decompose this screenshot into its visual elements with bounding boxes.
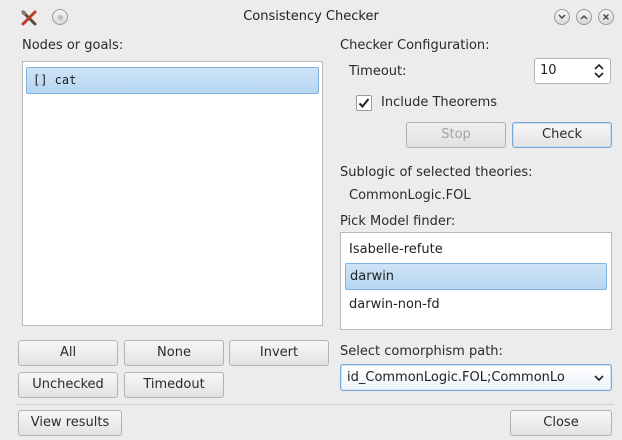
maximize-icon[interactable] [576,9,592,25]
spin-arrows-icon[interactable] [593,62,605,83]
none-button[interactable]: None [124,340,224,366]
unchecked-button[interactable]: Unchecked [18,372,118,398]
timedout-button[interactable]: Timedout [124,372,224,398]
invert-button[interactable]: Invert [229,340,329,366]
checker-config-label: Checker Configuration: [340,38,490,53]
comorphism-select[interactable]: id_CommonLogic.FOL;CommonLo [340,364,612,391]
stop-button[interactable]: Stop [406,122,506,148]
footer-divider [16,404,614,405]
check-button[interactable]: Check [512,122,612,148]
list-item[interactable]: [] cat [26,67,319,94]
timeout-value: 10 [540,63,557,78]
all-button[interactable]: All [18,340,118,366]
close-button[interactable]: Close [510,410,612,436]
comorphism-value: id_CommonLogic.FOL;CommonLo [347,370,565,385]
timeout-spinbox[interactable]: 10 [534,58,611,84]
timeout-label: Timeout: [349,64,407,79]
list-item[interactable]: darwin [345,263,607,290]
close-icon[interactable] [598,9,614,25]
title-bar: Consistency Checker [0,0,622,34]
nodes-list[interactable]: [] cat [22,61,323,326]
list-item[interactable]: darwin-non-fd [345,291,607,318]
comorphism-label: Select comorphism path: [340,344,503,359]
sublogic-label: Sublogic of selected theories: [340,165,533,180]
list-item[interactable]: Isabelle-refute [345,236,607,263]
model-finder-list[interactable]: Isabelle-refute darwin darwin-non-fd [340,232,612,330]
include-theorems-checkbox[interactable] [356,95,372,111]
chevron-down-icon [594,375,604,382]
view-results-button[interactable]: View results [18,410,122,436]
include-theorems-label: Include Theorems [381,95,498,110]
consistency-checker-window: Consistency Checker Nodes or goals: [] c… [0,0,622,440]
minimize-icon[interactable] [554,9,570,25]
window-title: Consistency Checker [243,9,379,24]
checkmark-icon [358,98,370,108]
nodes-label: Nodes or goals: [22,38,124,53]
model-finder-label: Pick Model finder: [340,214,456,229]
sublogic-value: CommonLogic.FOL [349,188,471,203]
